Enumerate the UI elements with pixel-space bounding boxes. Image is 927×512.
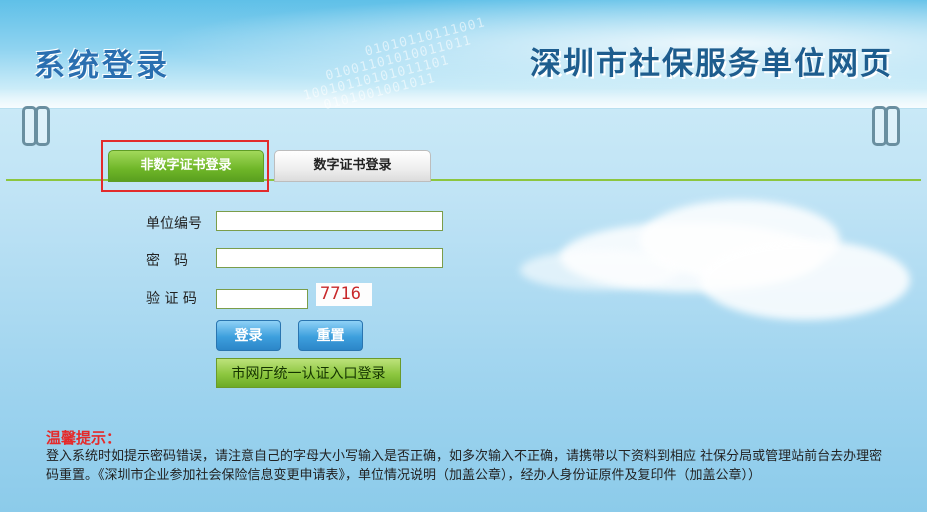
password-input[interactable] bbox=[216, 248, 443, 268]
tips-title: 温馨提示： bbox=[46, 429, 122, 447]
captcha-input[interactable] bbox=[216, 289, 308, 309]
tab-certificate-login[interactable]: 数字证书登录 bbox=[274, 150, 431, 182]
site-title: 深圳市社保服务单位网页 bbox=[530, 46, 893, 82]
unified-login-button[interactable]: 市网厅统一认证入口登录 bbox=[216, 358, 401, 388]
login-button[interactable]: 登录 bbox=[216, 320, 281, 351]
page-title-login: 系统登录 bbox=[34, 48, 170, 84]
unit-number-label: 单位编号 bbox=[146, 216, 202, 232]
binder-clip-icon bbox=[22, 106, 52, 146]
reset-button[interactable]: 重置 bbox=[298, 320, 363, 351]
unit-number-input[interactable] bbox=[216, 211, 443, 231]
binder-clip-icon bbox=[872, 106, 902, 146]
cloud-decoration bbox=[700, 240, 910, 320]
cloud-decoration bbox=[520, 250, 680, 290]
tab-highlight-box bbox=[101, 140, 269, 192]
captcha-image[interactable]: 7716 bbox=[316, 283, 372, 306]
header-banner: 01010110111001 01001101010011011 1001011… bbox=[0, 0, 927, 113]
password-label: 密 码 bbox=[146, 253, 188, 269]
tips-text: 登入系统时如提示密码错误，请注意自己的字母大小写输入是否正确，如多次输入不正确，… bbox=[46, 449, 883, 483]
captcha-label: 验 证 码 bbox=[146, 291, 197, 307]
